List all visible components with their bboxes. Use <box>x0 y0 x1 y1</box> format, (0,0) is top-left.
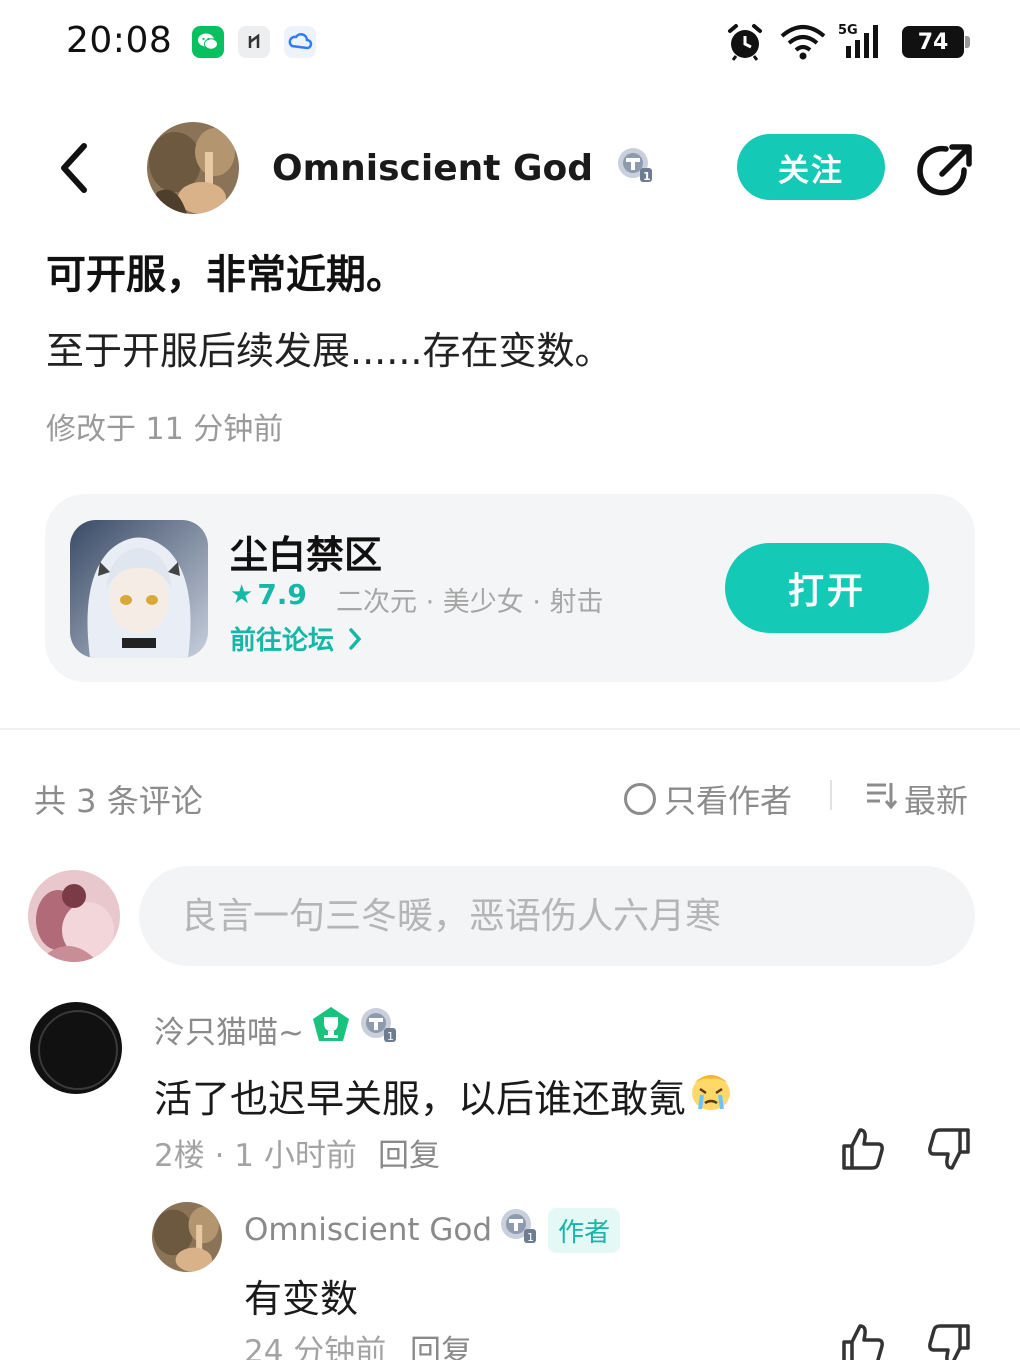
reply-author-name-text: Omniscient God <box>244 1212 493 1248</box>
svg-text:1: 1 <box>643 170 651 183</box>
svg-text:1: 1 <box>527 1231 534 1244</box>
author-avatar[interactable] <box>147 122 239 214</box>
trophy-badge-icon <box>310 1005 352 1053</box>
reply-text: 有变数 <box>244 1277 359 1321</box>
comment-input[interactable] <box>139 866 975 966</box>
only-author-toggle[interactable]: 只看作者 <box>624 776 792 822</box>
thumbs-down-icon[interactable] <box>926 1322 972 1360</box>
game-icon[interactable] <box>70 520 208 658</box>
verified-badge-icon: 1 <box>616 146 654 193</box>
sort-label: 最新 <box>904 782 969 820</box>
thumbs-up-icon[interactable] <box>840 1322 886 1360</box>
share-icon[interactable] <box>914 140 976 202</box>
wechat-icon <box>192 26 224 58</box>
follow-button[interactable]: 关注 <box>737 134 885 200</box>
reply-time: 24 分钟前 <box>244 1334 387 1360</box>
comment-reply-button[interactable]: 回复 <box>378 1130 440 1175</box>
app-icon <box>238 26 270 58</box>
battery-indicator: 74 <box>902 26 970 58</box>
forum-link-label: 前往论坛 <box>230 626 335 656</box>
comment-count: 共 3 条评论 <box>34 782 203 820</box>
author-name-text: Omniscient God <box>272 148 594 189</box>
verified-badge-icon: 1 <box>498 1206 538 1254</box>
star-icon: ★ <box>230 579 254 610</box>
network-label: 5G <box>838 23 858 38</box>
crying-emoji-icon <box>688 1069 734 1122</box>
commenter-avatar[interactable] <box>30 1002 122 1094</box>
comment-floor-time: 2楼 · 1 小时前 <box>154 1138 357 1174</box>
open-game-button[interactable]: 打开 <box>725 543 929 633</box>
status-time: 20:08 <box>66 20 173 61</box>
sort-latest-button[interactable]: 最新 <box>864 776 968 822</box>
reply-reply-button[interactable]: 回复 <box>410 1326 472 1360</box>
commenter-name[interactable]: 泠只猫喵~ 1 <box>154 1005 398 1053</box>
sort-icon <box>864 779 898 819</box>
back-icon[interactable] <box>52 140 102 196</box>
comment-text: 活了也迟早关服，以后谁还敢氪 <box>154 1068 734 1123</box>
chevron-right-icon <box>347 627 363 658</box>
game-tags: 二次元 · 美少女 · 射击 <box>336 587 604 618</box>
only-author-label: 只看作者 <box>664 782 793 820</box>
game-rating-value: 7.9 <box>257 578 307 611</box>
commenter-name-text: 泠只猫喵~ <box>154 1014 304 1051</box>
reply-author-name[interactable]: Omniscient God 1 作者 <box>244 1206 621 1254</box>
comment-text-content: 活了也迟早关服，以后谁还敢氪 <box>154 1077 687 1121</box>
alarm-icon <box>724 22 766 66</box>
post-title: 可开服，非常近期。 <box>46 252 406 298</box>
thumbs-up-icon[interactable] <box>840 1126 886 1172</box>
section-divider <box>0 728 1020 730</box>
cloud-icon <box>284 26 316 58</box>
wifi-icon <box>778 24 828 64</box>
author-tag: 作者 <box>548 1207 621 1253</box>
thumbs-down-icon[interactable] <box>926 1126 972 1172</box>
post-body: 至于开服后续发展......存在变数。 <box>46 329 613 373</box>
my-avatar[interactable] <box>28 870 120 962</box>
reply-author-avatar[interactable] <box>152 1202 222 1272</box>
post-edited-time: 修改于 11 分钟前 <box>46 412 284 447</box>
author-name[interactable]: Omniscient God 1 <box>272 146 654 193</box>
toolbar-separator <box>830 780 832 810</box>
radio-circle-icon <box>624 783 656 815</box>
svg-text:1: 1 <box>387 1030 394 1043</box>
verified-badge-icon: 1 <box>358 1005 398 1053</box>
game-rating: ★ 7.9 <box>230 578 307 611</box>
forum-link[interactable]: 前往论坛 <box>230 620 363 658</box>
game-name[interactable]: 尘白禁区 <box>230 524 382 579</box>
signal-icon: 5G <box>838 20 888 64</box>
